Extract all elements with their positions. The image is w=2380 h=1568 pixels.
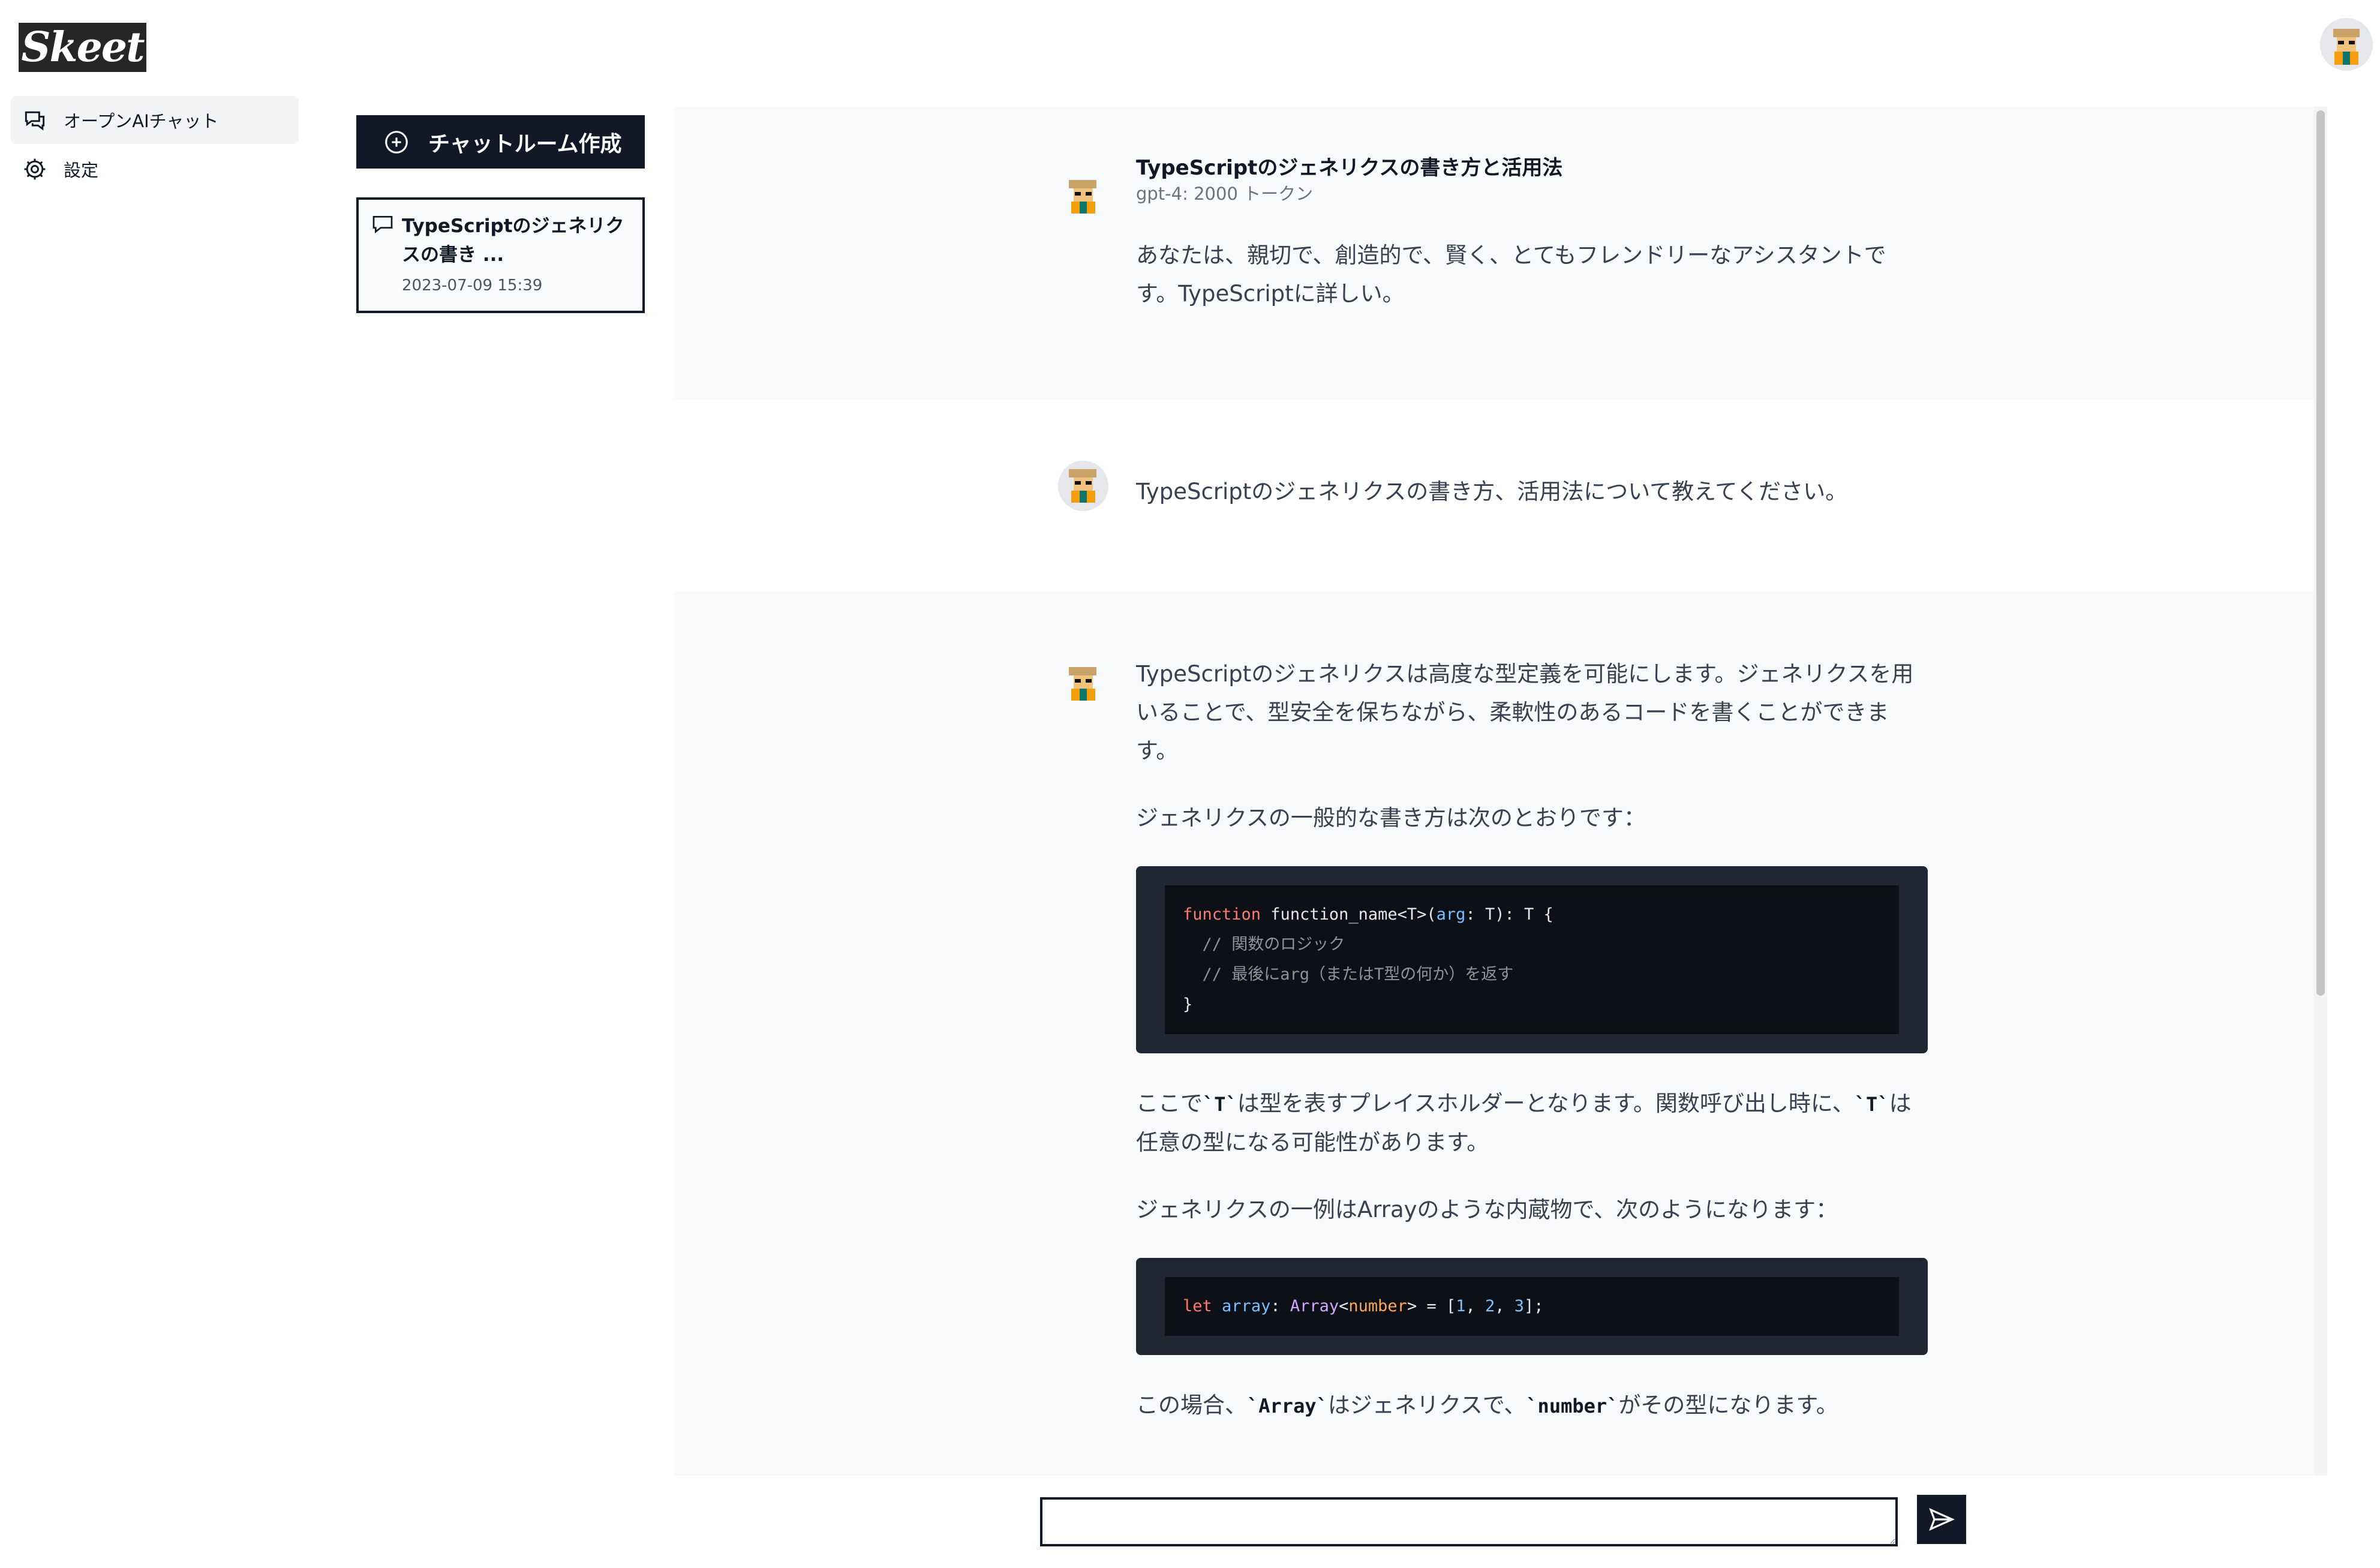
code-text: function_name<T>( (1261, 905, 1437, 924)
code-keyword: let (1183, 1297, 1212, 1315)
avatar-icon (1058, 461, 1108, 511)
text-run: がその型になります。 (1618, 1392, 1838, 1418)
assistant-paragraph: この場合、`Array`はジェネリクスで、`number`がその型になります。 (1136, 1386, 1928, 1425)
assistant-avatar (1058, 172, 1108, 222)
main-nav: オープンAIチャット 設定 (11, 96, 299, 194)
text-run: は型を表すプレイスホルダーとなります。関数呼び出し時に、 (1237, 1091, 1855, 1116)
chat-scrollbar-thumb[interactable] (2316, 110, 2325, 996)
chat-messages[interactable]: TypeScriptのジェネリクスの書き方と活用法 gpt-4: 2000 トー… (674, 107, 2327, 1476)
code-type: Array (1290, 1297, 1339, 1315)
code-block: let array: Array<number> = [1, 2, 3]; (1136, 1258, 1928, 1355)
assistant-avatar (1058, 659, 1108, 709)
create-chatroom-label: チャットルーム作成 (428, 131, 622, 157)
app-logo[interactable]: Skeet (19, 23, 146, 72)
code-block: function function_name<T>(arg: T): T { /… (1136, 866, 1928, 1053)
inline-code: `T` (1854, 1093, 1889, 1116)
inline-code: `number` (1526, 1395, 1619, 1417)
code-arg: arg (1436, 905, 1466, 924)
nav-item-label: 設定 (64, 160, 99, 181)
text-run: ここで (1136, 1091, 1203, 1116)
chatroom-title: TypeScriptのジェネリクスの書き ... (402, 215, 624, 266)
assistant-paragraph: ここで`T`は型を表すプレイスホルダーとなります。関数呼び出し時に、`T`は任意… (1136, 1085, 1928, 1162)
plus-circle-icon (385, 130, 408, 154)
assistant-paragraph: TypeScriptのジェネリクスは高度な型定義を可能にします。ジェネリクスを用… (1136, 661, 1914, 764)
code-number: 3 (1514, 1297, 1525, 1315)
code-var: array (1222, 1297, 1271, 1315)
nav-item-settings[interactable]: 設定 (11, 145, 299, 193)
system-message: TypeScriptのジェネリクスの書き方と活用法 gpt-4: 2000 トー… (674, 107, 2314, 399)
nav-item-openai-chat[interactable]: オープンAIチャット (11, 96, 299, 144)
model-info: gpt-4: 2000 トークン (1136, 184, 1314, 204)
send-button[interactable] (1917, 1495, 1966, 1544)
code-comment: // 最後にarg（またはT型の何か）を返す (1183, 965, 1514, 984)
create-chatroom-button[interactable]: チャットルーム作成 (356, 115, 645, 169)
assistant-message: TypeScriptのジェネリクスは高度な型定義を可能にします。ジェネリクスを用… (674, 591, 2314, 1476)
chatroom-item[interactable]: TypeScriptのジェネリクスの書き ... 2023-07-09 15:3… (356, 197, 645, 313)
inline-code: `Array` (1247, 1395, 1328, 1417)
text-run: はジェネリクスで、 (1327, 1392, 1526, 1418)
message-input[interactable] (1040, 1497, 1898, 1546)
system-prompt: あなたは、親切で、創造的で、賢く、とてもフレンドリーなアシスタントです。Type… (1136, 242, 1886, 307)
gear-icon (24, 158, 46, 180)
inline-code: `T` (1203, 1093, 1237, 1116)
code-type-param: number (1348, 1297, 1407, 1315)
user-message-avatar (1058, 461, 1108, 511)
code-text: } (1183, 995, 1193, 1014)
code-content[interactable]: let array: Array<number> = [1, 2, 3]; (1165, 1277, 1899, 1336)
code-content[interactable]: function function_name<T>(arg: T): T { /… (1165, 885, 1899, 1034)
assistant-paragraph: ジェネリクスの一般的な書き方は次のとおりです： (1136, 805, 1646, 831)
chat-bubble-icon (372, 216, 393, 234)
user-message-text: TypeScriptのジェネリクスの書き方、活用法について教えてください。 (1136, 479, 1848, 504)
text-run: この場合、 (1136, 1392, 1247, 1418)
code-comment: // 関数のロジック (1183, 935, 1345, 954)
user-avatar[interactable] (2320, 18, 2373, 71)
chat-bubbles-icon (25, 111, 45, 131)
code-text: : T): T { (1465, 905, 1553, 924)
send-icon (1929, 1507, 1955, 1531)
code-number: 2 (1485, 1297, 1495, 1315)
code-keyword: function (1183, 905, 1261, 924)
assistant-paragraph: ジェネリクスの一例はArrayのような内蔵物で、次のようになります： (1136, 1197, 1838, 1222)
chatroom-date: 2023-07-09 15:39 (402, 277, 543, 295)
nav-item-label: オープンAIチャット (64, 111, 219, 131)
avatar-icon (1069, 667, 1096, 701)
chat-title: TypeScriptのジェネリクスの書き方と活用法 (1136, 156, 1563, 180)
avatar-icon (2320, 18, 2373, 71)
user-message: TypeScriptのジェネリクスの書き方、活用法について教えてください。 (674, 399, 2314, 591)
avatar-icon (1069, 180, 1096, 214)
code-number: 1 (1456, 1297, 1466, 1315)
